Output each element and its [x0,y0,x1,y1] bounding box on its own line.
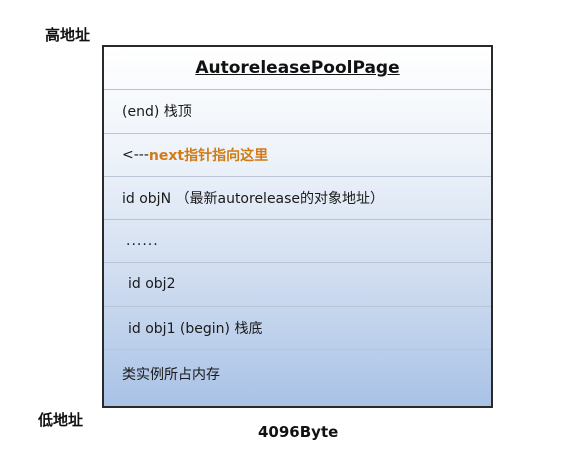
high-address-label: 高地址 [45,26,91,44]
obj-2-row: id obj2 [104,263,491,307]
class-memory-row: 类实例所占内存 [122,366,220,383]
page-rows: AutoreleasePoolPage (end) 栈顶 <--- next指针指… [104,47,491,406]
stack-top-row: (end) 栈顶 [104,90,491,134]
autorelease-pool-page-box: AutoreleasePoolPage (end) 栈顶 <--- next指针指… [102,45,493,408]
page-title: AutoreleasePoolPage [104,47,491,91]
obj-1-row: id obj1 (begin) 栈底 [104,307,491,350]
page-size-label: 4096Byte [258,423,339,441]
obj-n-row: id objN （最新autorelease的对象地址） [104,177,491,220]
ellipsis-row: ...... [104,220,491,264]
next-pointer-row: <--- next指针指向这里 [104,134,491,177]
next-pointer-arrow: <--- [122,146,149,163]
low-address-label: 低地址 [38,411,84,429]
next-pointer-label: next指针指向这里 [148,147,269,164]
